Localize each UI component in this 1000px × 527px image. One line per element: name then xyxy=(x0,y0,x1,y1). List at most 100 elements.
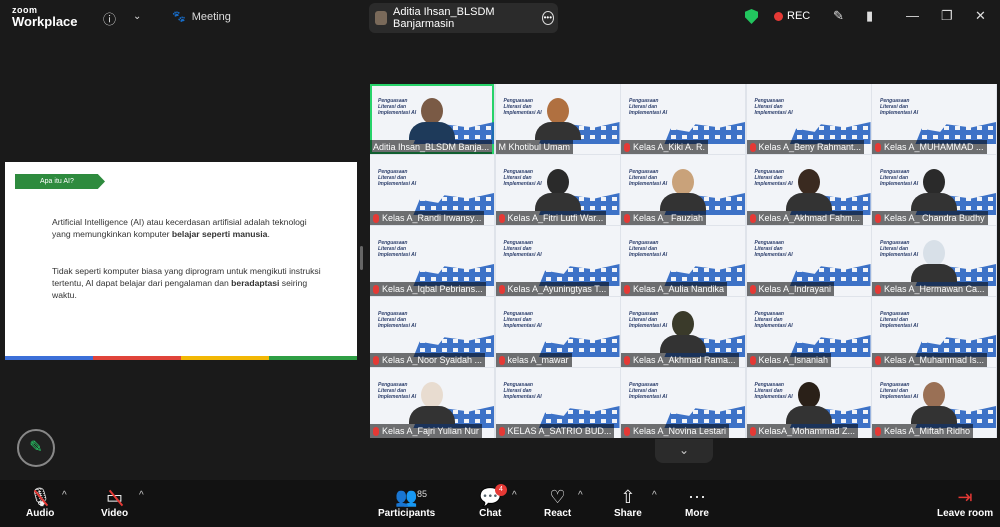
participant-tile[interactable]: Penguasaan Literasi dan Implementasi AI K… xyxy=(621,226,745,296)
leave-label: Leave room xyxy=(937,508,994,519)
participant-tile[interactable]: Penguasaan Literasi dan Implementasi AI k… xyxy=(495,297,620,367)
camera-off-icon: ▭ xyxy=(101,486,128,508)
virtual-background-title: Penguasaan Literasi dan Implementasi AI xyxy=(503,311,542,329)
participant-name-label: KELAS A_SATRIO BUD... xyxy=(495,424,615,438)
share-options-caret-icon[interactable]: ^ xyxy=(652,490,657,501)
audio-options-caret-icon[interactable]: ^ xyxy=(62,490,67,501)
participant-tile[interactable]: Penguasaan Literasi dan Implementasi AI K… xyxy=(872,368,996,438)
participant-tile[interactable]: Penguasaan Literasi dan Implementasi AI K… xyxy=(370,368,494,438)
chat-options-caret-icon[interactable]: ^ xyxy=(512,490,517,501)
participant-name-label: KelasA_Mohammad Z... xyxy=(746,424,859,438)
video-button[interactable]: ▭ Video xyxy=(101,486,128,519)
mic-muted-icon xyxy=(624,426,630,436)
participant-name: Kelas A_Hermawan Ca... xyxy=(884,284,985,294)
virtual-background-title: Penguasaan Literasi dan Implementasi AI xyxy=(503,382,542,400)
mic-muted-icon xyxy=(875,213,881,223)
participant-tile[interactable]: Penguasaan Literasi dan Implementasi AI K… xyxy=(621,297,745,367)
info-icon[interactable]: ⓘ xyxy=(103,9,116,28)
participant-name-label: Kelas A_Randi Irwansy... xyxy=(370,211,485,225)
participant-name-label: Kelas A_Aulia Nandika xyxy=(621,282,728,296)
security-shield-icon[interactable] xyxy=(745,9,758,24)
view-layout-icon[interactable]: ▮ xyxy=(866,8,873,24)
participant-tile[interactable]: Penguasaan Literasi dan Implementasi AI K… xyxy=(495,368,620,438)
participants-label: Participants xyxy=(378,508,436,519)
mic-muted-icon xyxy=(373,426,379,436)
participant-tile[interactable]: Penguasaan Literasi dan Implementasi AI K… xyxy=(746,297,871,367)
participant-video xyxy=(911,169,957,211)
zoom-logo: zoom Workplace xyxy=(12,5,78,29)
video-options-caret-icon[interactable]: ^ xyxy=(139,490,144,501)
mic-muted-icon xyxy=(373,355,379,365)
mic-muted-icon xyxy=(749,284,756,294)
participant-tile[interactable]: Penguasaan Literasi dan Implementasi AI K… xyxy=(872,297,996,367)
participant-head xyxy=(923,240,945,266)
scroll-down-button[interactable]: ⌄ xyxy=(655,439,713,463)
participant-video xyxy=(409,98,455,140)
more-icon: ⋯ xyxy=(687,487,706,507)
participant-name-label: Kelas A_Iqbal Pebrians... xyxy=(370,282,486,296)
pen-tool-icon[interactable]: ✎ xyxy=(833,8,844,24)
participant-tile[interactable]: Penguasaan Literasi dan Implementasi AI K… xyxy=(872,155,996,225)
leave-room-button[interactable]: ⇥ Leave room xyxy=(937,486,993,519)
participant-tile[interactable]: Penguasaan Literasi dan Implementasi AI K… xyxy=(370,226,494,296)
meeting-label: Meeting xyxy=(191,10,231,23)
audio-label: Audio xyxy=(26,508,55,519)
participant-name-label: Kelas A_Beny Rahmant... xyxy=(746,140,865,154)
slide-color-segment xyxy=(269,356,357,360)
virtual-background-title: Penguasaan Literasi dan Implementasi AI xyxy=(378,169,417,187)
mic-muted-icon xyxy=(373,284,379,294)
participant-body xyxy=(409,122,455,140)
annotate-pen-button[interactable]: ✎ xyxy=(17,429,55,467)
more-icon[interactable]: ••• xyxy=(541,11,554,25)
participant-body xyxy=(911,406,957,424)
close-icon[interactable]: ✕ xyxy=(975,8,986,24)
react-options-caret-icon[interactable]: ^ xyxy=(578,490,583,501)
mic-muted-icon xyxy=(624,355,630,365)
mic-muted-icon xyxy=(624,213,630,223)
react-button[interactable]: ♡ React xyxy=(544,486,571,519)
minimize-icon[interactable]: — xyxy=(906,8,919,23)
chat-label: Chat xyxy=(479,508,502,519)
participant-head xyxy=(421,98,443,124)
split-resize-handle[interactable] xyxy=(360,246,363,270)
more-button[interactable]: ⋯ More xyxy=(685,486,709,519)
participant-name-label: Kelas A_ Fauziah xyxy=(621,211,707,225)
mic-muted-icon xyxy=(875,355,881,365)
leave-icon: ⇥ xyxy=(957,487,973,507)
participant-tile[interactable]: Penguasaan Literasi dan Implementasi AI M… xyxy=(495,84,620,154)
participant-body xyxy=(660,335,706,353)
participant-tile[interactable]: Penguasaan Literasi dan Implementasi AI K… xyxy=(370,297,494,367)
participant-tile[interactable]: Penguasaan Literasi dan Implementasi AI K… xyxy=(621,84,745,154)
participant-tile[interactable]: Penguasaan Literasi dan Implementasi AI K… xyxy=(621,368,745,438)
participant-tile[interactable]: Penguasaan Literasi dan Implementasi AI K… xyxy=(621,155,745,225)
chevron-down-icon[interactable]: ⌄ xyxy=(133,11,141,22)
active-speaker-tab[interactable]: Aditia Ihsan_BLSDM Banjarmasin ••• xyxy=(369,3,558,33)
participant-tile[interactable]: Penguasaan Literasi dan Implementasi AI A… xyxy=(370,84,494,154)
audio-button[interactable]: 🎙 Audio xyxy=(26,486,54,519)
title-bar: zoom Workplace ⓘ ⌄ 🐾 Meeting Aditia Ihsa… xyxy=(0,0,1000,36)
participant-tile[interactable]: Penguasaan Literasi dan Implementasi AI K… xyxy=(746,368,871,438)
participant-name-label: Kelas A_Miftah Ridho xyxy=(872,424,974,438)
share-button[interactable]: ⇧ Share xyxy=(614,486,642,519)
virtual-background-title: Penguasaan Literasi dan Implementasi AI xyxy=(629,240,668,258)
recording-indicator[interactable]: REC xyxy=(774,10,810,22)
restore-icon[interactable]: ❐ xyxy=(941,8,953,24)
participant-tile[interactable]: Penguasaan Literasi dan Implementasi AI K… xyxy=(495,226,620,296)
participant-tile[interactable]: Penguasaan Literasi dan Implementasi AI K… xyxy=(746,155,871,225)
participant-tile[interactable]: Penguasaan Literasi dan Implementasi AI K… xyxy=(872,226,996,296)
participant-body xyxy=(660,193,706,211)
participant-tile[interactable]: Penguasaan Literasi dan Implementasi AI K… xyxy=(872,84,996,154)
participant-name-label: Kelas A_Muhammad Is... xyxy=(872,353,988,367)
participant-name: KelasA_Mohammad Z... xyxy=(758,426,856,436)
participant-tile[interactable]: Penguasaan Literasi dan Implementasi AI K… xyxy=(370,155,494,225)
virtual-background-title: Penguasaan Literasi dan Implementasi AI xyxy=(754,240,793,258)
participant-tile[interactable]: Penguasaan Literasi dan Implementasi AI K… xyxy=(495,155,620,225)
share-label: Share xyxy=(614,508,642,519)
participant-name: Kelas A_Novina Lestari xyxy=(633,426,727,436)
participant-tile[interactable]: Penguasaan Literasi dan Implementasi AI K… xyxy=(746,226,871,296)
participant-head xyxy=(923,382,945,408)
participant-name: Kelas A_ Chandra Budhy xyxy=(884,213,985,223)
participant-head xyxy=(672,169,694,195)
meeting-menu[interactable]: 🐾 Meeting xyxy=(172,10,231,24)
participant-tile[interactable]: Penguasaan Literasi dan Implementasi AI K… xyxy=(746,84,871,154)
